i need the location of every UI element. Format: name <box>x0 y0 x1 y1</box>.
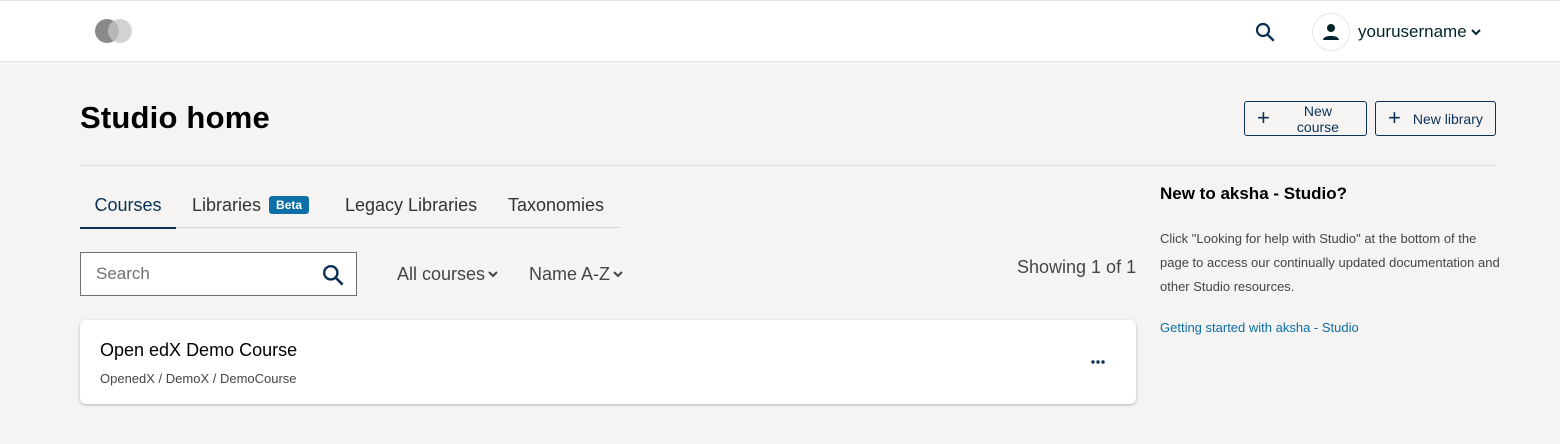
chevron-down-icon <box>612 268 624 280</box>
course-meta: OpenedX / DemoX / DemoCourse <box>100 371 297 386</box>
course-filter-label: All courses <box>397 263 486 284</box>
results-count: Showing 1 of 1 <box>1017 257 1137 277</box>
sort-dropdown[interactable]: Name A-Z <box>529 262 624 286</box>
tab-courses-label: Courses <box>94 194 162 215</box>
tab-legacy-libraries-label: Legacy Libraries <box>345 194 478 215</box>
tab-taxonomies-label: Taxonomies <box>508 194 605 215</box>
site-header: yourusername <box>0 0 1560 62</box>
tab-libraries[interactable]: Libraries Beta <box>192 182 310 228</box>
beta-badge: Beta <box>269 196 310 214</box>
new-course-label: New course <box>1296 102 1339 135</box>
page-title: Studio home <box>80 100 270 135</box>
user-menu[interactable]: yourusername <box>1312 13 1482 51</box>
new-library-label: New library <box>1412 110 1483 127</box>
plus-icon: + <box>1257 104 1270 130</box>
tab-libraries-label: Libraries <box>192 194 262 215</box>
chevron-down-icon <box>1470 26 1482 38</box>
chevron-down-icon <box>487 268 499 280</box>
sort-label: Name A-Z <box>529 263 611 284</box>
plus-icon: + <box>1388 104 1401 130</box>
getting-started-link[interactable]: Getting started with aksha - Studio <box>1160 320 1359 335</box>
tab-courses[interactable]: Courses <box>80 182 176 229</box>
course-filter-dropdown[interactable]: All courses <box>397 262 499 286</box>
tab-taxonomies[interactable]: Taxonomies <box>508 182 604 228</box>
course-search <box>80 252 357 296</box>
toggle-logo-icon[interactable] <box>94 19 134 45</box>
tab-legacy-libraries[interactable]: Legacy Libraries <box>345 182 477 228</box>
new-course-button[interactable]: + New course <box>1244 101 1367 136</box>
new-library-button[interactable]: + New library <box>1375 101 1496 136</box>
person-icon <box>1312 13 1350 51</box>
search-icon[interactable] <box>1252 19 1278 45</box>
username: yourusername <box>1358 22 1467 41</box>
course-title[interactable]: Open edX Demo Course <box>100 340 297 361</box>
header-divider <box>80 165 1496 166</box>
more-horizontal-icon[interactable] <box>1086 350 1110 374</box>
course-card[interactable]: Open edX Demo Course OpenedX / DemoX / D… <box>80 320 1136 404</box>
help-sidebar-text: Click "Looking for help with Studio" at … <box>1160 231 1500 294</box>
search-icon[interactable] <box>322 264 344 286</box>
help-sidebar-title: New to aksha - Studio? <box>1160 184 1348 203</box>
tab-bar: Courses Libraries Beta Legacy Libraries … <box>80 182 620 229</box>
search-input[interactable] <box>96 264 316 284</box>
